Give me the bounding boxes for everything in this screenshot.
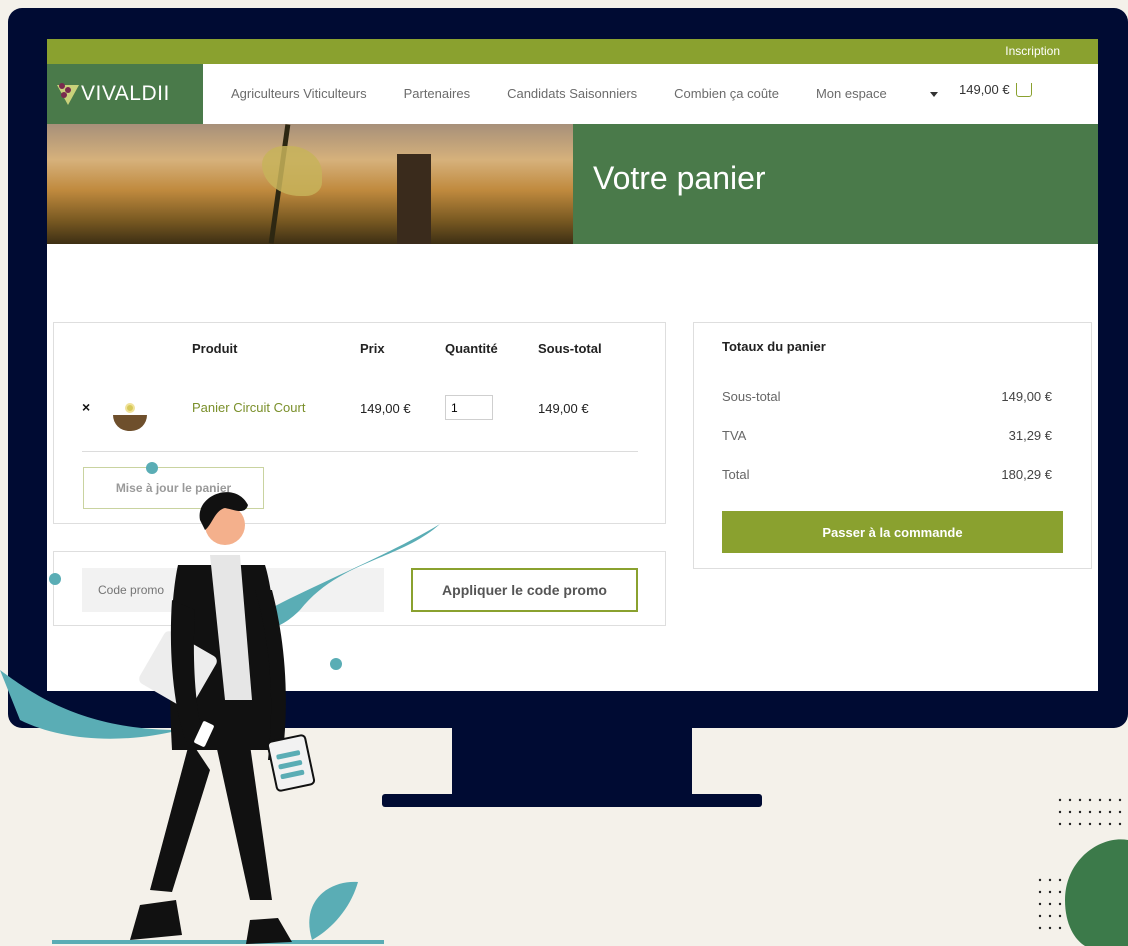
nav-item-mon-espace[interactable]: Mon espace	[816, 86, 938, 101]
col-header-subtotal: Sous-total	[538, 341, 602, 356]
nav-item-candidats[interactable]: Candidats Saisonniers	[507, 86, 637, 101]
blob-shape	[1065, 839, 1128, 946]
product-price: 149,00 €	[360, 401, 411, 416]
top-bar: Inscription	[47, 39, 1098, 64]
hero-vineyard-image	[47, 124, 573, 244]
checkout-button[interactable]: Passer à la commande	[722, 511, 1063, 553]
nav-item-partenaires[interactable]: Partenaires	[404, 86, 470, 101]
tax-value: 31,29 €	[1008, 428, 1052, 443]
cart-total: 149,00 €	[959, 82, 1010, 97]
promo-section: Appliquer le code promo	[53, 551, 666, 626]
subtotal-label: Sous-total	[722, 389, 781, 404]
promo-code-input[interactable]	[82, 568, 384, 612]
total-label: Total	[722, 467, 750, 482]
brand-name: VIVALDII	[81, 82, 170, 105]
grape-logo-icon	[57, 83, 79, 105]
browser-screen: Inscription VIVALDII Agriculteurs Viticu…	[47, 39, 1098, 691]
nav-item-agriculteurs[interactable]: Agriculteurs Viticulteurs	[231, 86, 367, 101]
cart-totals: Totaux du panier Sous-total 149,00 € TVA…	[693, 322, 1092, 569]
total-value: 180,29 €	[1001, 467, 1052, 482]
monitor-stand	[452, 726, 692, 796]
product-thumbnail[interactable]	[113, 401, 147, 435]
tax-label: TVA	[722, 428, 747, 443]
hero-banner: Votre panier	[47, 124, 1098, 244]
totals-tax-row: TVA 31,29 €	[722, 428, 1052, 443]
update-cart-button[interactable]: Mise à jour le panier	[83, 467, 264, 509]
col-header-product: Produit	[192, 341, 238, 356]
remove-item-icon[interactable]: ×	[82, 399, 90, 415]
totals-subtotal-row: Sous-total 149,00 €	[722, 389, 1052, 404]
leaf-shape	[309, 881, 358, 940]
col-header-price: Prix	[360, 341, 385, 356]
quantity-input[interactable]	[445, 395, 493, 420]
site-header: VIVALDII Agriculteurs Viticulteurs Parte…	[47, 64, 1098, 124]
apply-promo-button[interactable]: Appliquer le code promo	[411, 568, 638, 612]
inscription-link[interactable]: Inscription	[1005, 44, 1060, 58]
cart-icon	[1015, 82, 1032, 97]
caret-down-icon	[929, 92, 938, 98]
ground-line	[52, 940, 384, 944]
nav-item-combien[interactable]: Combien ça coûte	[674, 86, 779, 101]
page-title: Votre panier	[593, 160, 766, 196]
hero-title-box: Votre panier	[573, 124, 1098, 244]
totals-total-row: Total 180,29 €	[722, 467, 1052, 482]
dot-grid	[1038, 798, 1122, 930]
subtotal-value: 149,00 €	[1001, 389, 1052, 404]
main-nav: Agriculteurs Viticulteurs Partenaires Ca…	[231, 86, 975, 101]
site-logo[interactable]: VIVALDII	[47, 64, 203, 124]
product-subtotal: 149,00 €	[538, 401, 589, 416]
totals-title: Totaux du panier	[722, 339, 826, 354]
col-header-quantity: Quantité	[445, 341, 498, 356]
cart-table: Produit Prix Quantité Sous-total × Panie…	[53, 322, 666, 524]
table-divider	[82, 451, 638, 452]
product-name-link[interactable]: Panier Circuit Court	[192, 400, 305, 415]
monitor-base	[382, 794, 762, 807]
header-cart[interactable]: 149,00 €	[959, 82, 1032, 97]
